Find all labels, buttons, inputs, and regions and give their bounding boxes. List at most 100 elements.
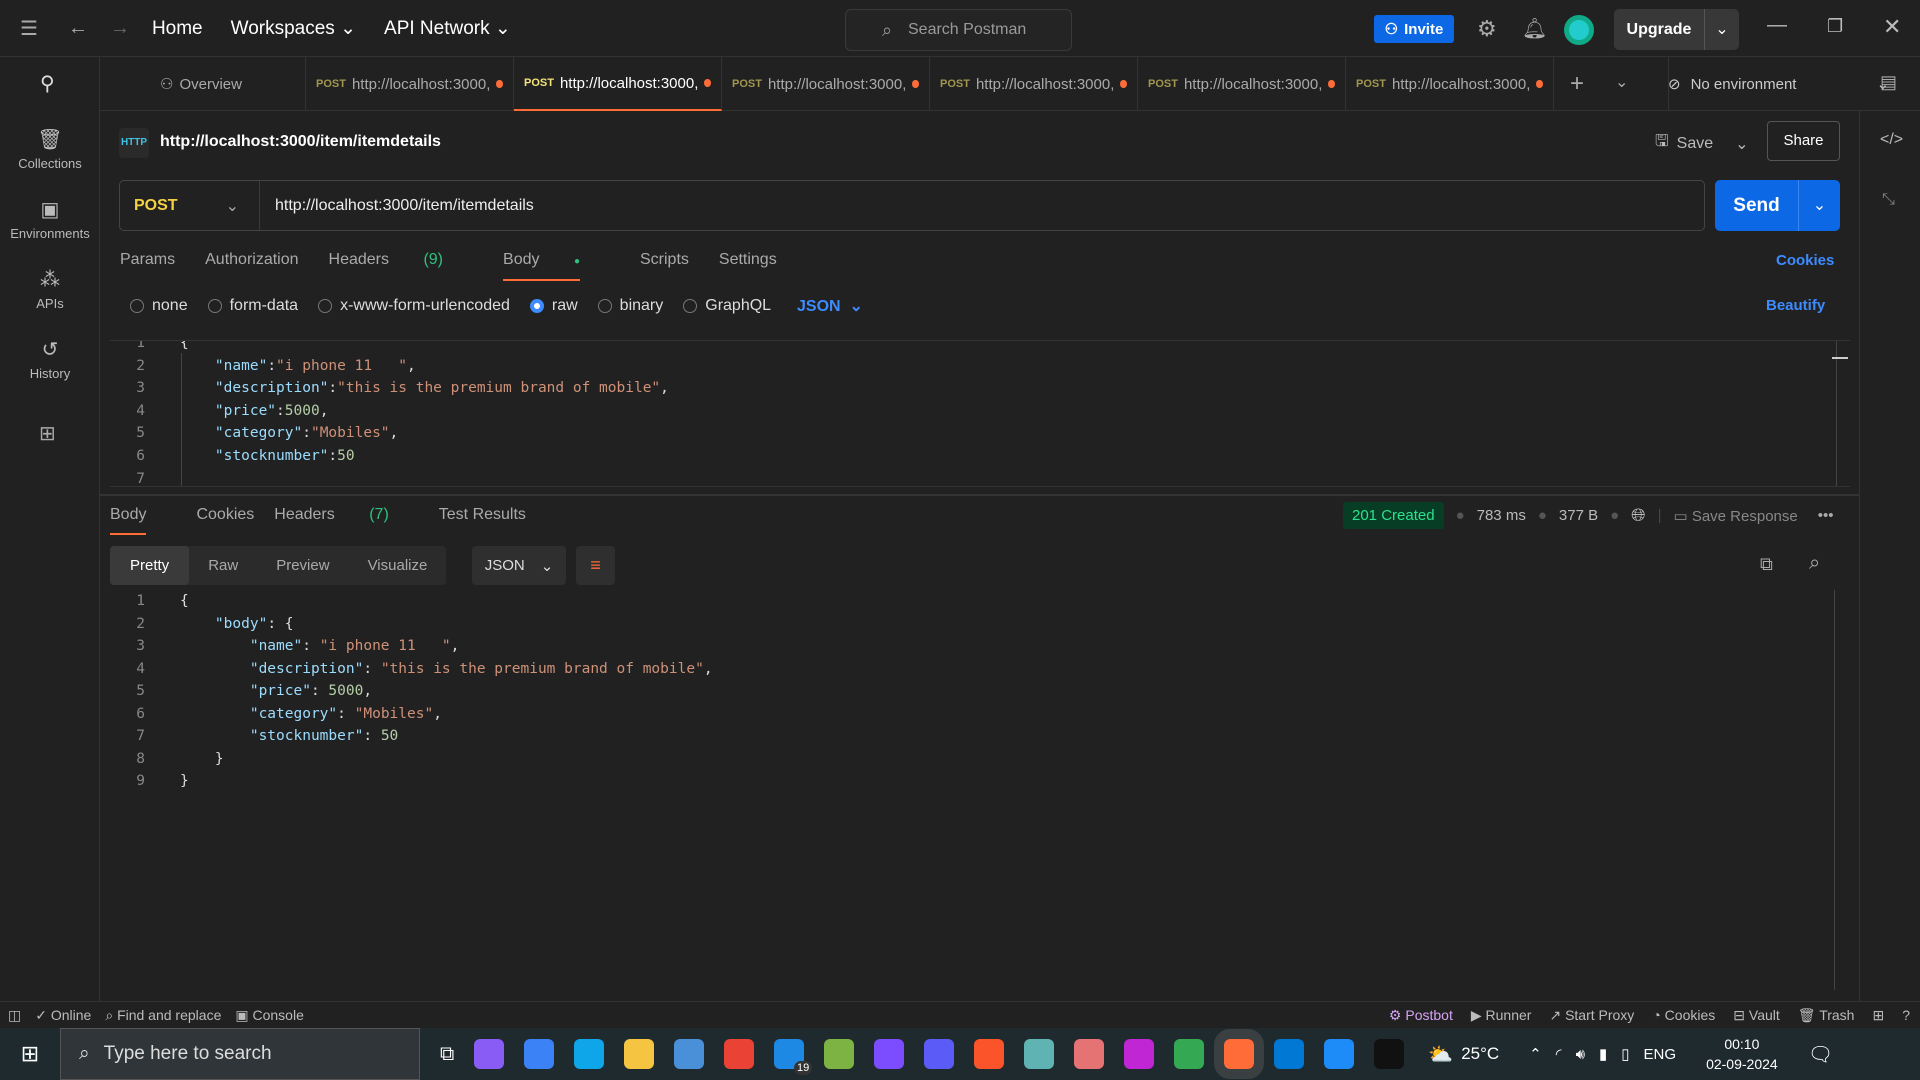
online-status[interactable]: ✓ Online: [35, 1007, 91, 1024]
view-pretty[interactable]: Pretty: [110, 546, 190, 585]
taskbar-search-input[interactable]: ⌕ Type here to search: [60, 1028, 420, 1080]
tab-request[interactable]: POST http://localhost:3000,: [722, 57, 930, 111]
chevron-down-icon[interactable]: ⌄: [1704, 9, 1739, 50]
trash-button[interactable]: 🗑︎ Trash: [1798, 1007, 1855, 1024]
environment-quick-look-icon[interactable]: ▤: [1880, 72, 1897, 93]
volume-icon[interactable]: 🔊︎: [1576, 1046, 1585, 1063]
tab-authorization[interactable]: Authorization: [205, 251, 298, 269]
find-replace-button[interactable]: ⌕ Find and replace: [105, 1007, 221, 1024]
radio-icon[interactable]: [130, 299, 144, 313]
view-visualize[interactable]: Visualize: [349, 557, 447, 574]
app-app-icon[interactable]: [674, 1039, 705, 1069]
docker-app-icon[interactable]: [1324, 1039, 1355, 1069]
weather-icon[interactable]: ⛅: [1428, 1042, 1453, 1067]
body-type-x-www-form-urlencoded[interactable]: x-www-form-urlencoded: [318, 297, 510, 315]
wrap-lines-icon[interactable]: ≡: [576, 546, 615, 585]
chevron-down-icon[interactable]: ⌄: [1735, 134, 1748, 154]
response-scrollbar[interactable]: [1834, 590, 1835, 990]
player-app-icon[interactable]: [1074, 1039, 1105, 1069]
code-icon[interactable]: </>: [1880, 131, 1903, 149]
tab-headers[interactable]: Headers (9): [329, 251, 474, 269]
format-select[interactable]: JSON ⌄: [797, 296, 863, 316]
editor-scrollbar[interactable]: [1836, 341, 1837, 486]
postman-app-icon[interactable]: [1214, 1029, 1265, 1079]
temperature[interactable]: 25°C: [1461, 1044, 1499, 1064]
chrome-app-icon[interactable]: [724, 1039, 755, 1069]
network-globe-icon[interactable]: 🌐︎: [1631, 505, 1645, 526]
copy-icon[interactable]: ⧉: [1760, 554, 1773, 575]
tab-params[interactable]: Params: [120, 251, 175, 269]
tabs-dropdown-icon[interactable]: ⌄: [1615, 72, 1628, 92]
request-body-editor[interactable]: 1 {2 "name":"i phone 11 ", 3 "description"…: [110, 340, 1850, 487]
help-icon[interactable]: ?: [1902, 1007, 1910, 1023]
body-type-none[interactable]: none: [130, 297, 188, 315]
app4-app-icon[interactable]: [1024, 1039, 1055, 1069]
minimize-icon[interactable]: —: [1767, 14, 1787, 37]
response-format-select[interactable]: JSON ⌄: [472, 546, 566, 585]
body-type-form-data[interactable]: form-data: [207, 297, 298, 315]
close-icon[interactable]: ✕: [1883, 14, 1901, 40]
explorer-app-icon[interactable]: [624, 1039, 655, 1069]
sidebar-item-apis[interactable]: ⁂ APIs: [0, 267, 100, 311]
view-preview[interactable]: Preview: [257, 557, 348, 574]
search-input[interactable]: ⌕ Search Postman: [845, 9, 1072, 51]
sidebar-item-history[interactable]: ↺ History: [0, 337, 100, 381]
share-button[interactable]: Share: [1767, 121, 1840, 161]
git-app-app-icon[interactable]: [824, 1039, 855, 1069]
postbot-button[interactable]: ⚙ Postbot: [1389, 1007, 1453, 1024]
start-proxy-button[interactable]: ↗ Start Proxy: [1549, 1007, 1634, 1024]
runner-button[interactable]: ▶ Runner: [1471, 1007, 1532, 1024]
chevron-down-icon[interactable]: ⌄: [1798, 180, 1840, 231]
save-response-button[interactable]: ▭ Save Response: [1673, 507, 1797, 525]
radio-icon[interactable]: [207, 299, 222, 313]
tab-test-results[interactable]: Test Results: [439, 506, 526, 524]
response-time[interactable]: 783 ms: [1477, 507, 1526, 524]
clock[interactable]: 00:10 02-09-2024: [1706, 1034, 1778, 1074]
radio-icon[interactable]: [318, 299, 333, 313]
github-app-icon[interactable]: [1124, 1039, 1155, 1069]
tab-overview[interactable]: ⚇ Overview: [150, 57, 306, 111]
windows-start-icon[interactable]: ⊞: [0, 1041, 60, 1067]
more-options-icon[interactable]: •••: [1818, 507, 1834, 524]
beautify-link[interactable]: Beautify: [1766, 297, 1825, 314]
cookies-button[interactable]: ◔ Cookies: [1652, 1007, 1715, 1023]
mail-app-icon[interactable]: 19: [774, 1039, 813, 1075]
body-type-binary[interactable]: binary: [597, 297, 663, 315]
console-button[interactable]: ▣ Console: [235, 1007, 304, 1024]
tab-response-cookies[interactable]: Cookies: [196, 506, 254, 524]
save-button[interactable]: 🖫 Save ⌄: [1655, 130, 1749, 157]
user-icon[interactable]: ⚲: [40, 71, 55, 96]
language-indicator[interactable]: ENG: [1644, 1046, 1677, 1063]
status-badge[interactable]: 201 Created: [1343, 502, 1444, 529]
invite-button[interactable]: ⚇ Invite: [1374, 15, 1454, 43]
method-select[interactable]: POST ⌄: [120, 181, 260, 230]
forward-icon[interactable]: →: [110, 17, 130, 40]
url-input[interactable]: http://localhost:3000/item/itemdetails: [260, 197, 534, 215]
response-body-viewer[interactable]: 1 {2 "body": {3 "name": "i phone 11 ", 4 "…: [110, 590, 1850, 990]
app2-app-icon[interactable]: [874, 1039, 905, 1069]
tab-request[interactable]: POST http://localhost:3000,: [514, 57, 722, 111]
new-tab-icon[interactable]: +: [1570, 70, 1584, 98]
notification-bell-icon[interactable]: 🔔︎: [1522, 16, 1547, 41]
meet-icon[interactable]: ▯: [1621, 1045, 1629, 1063]
home-link[interactable]: Home: [152, 18, 203, 40]
sidebar-item-collections[interactable]: 🗑︎ Collections: [0, 127, 100, 171]
task-view-icon[interactable]: ⧉: [440, 1043, 454, 1066]
tab-request[interactable]: POST http://localhost:3000,: [930, 57, 1138, 111]
api-network-menu[interactable]: API Network ⌄: [384, 17, 511, 40]
edge-app-icon[interactable]: [574, 1039, 605, 1069]
body-type-raw[interactable]: raw: [529, 297, 578, 315]
avatar[interactable]: [1564, 15, 1594, 45]
request-title[interactable]: http://localhost:3000/item/itemdetails: [160, 133, 441, 151]
send-button[interactable]: Send ⌄: [1715, 180, 1840, 231]
tab-scripts[interactable]: Scripts: [640, 251, 689, 269]
response-size[interactable]: 377 B: [1559, 507, 1598, 524]
workspaces-menu[interactable]: Workspaces ⌄: [231, 17, 356, 40]
tab-response-body[interactable]: Body: [110, 506, 176, 535]
tab-request[interactable]: POST http://localhost:3000,: [306, 57, 514, 111]
sidebar-item-environments[interactable]: ▣ Environments: [0, 197, 100, 241]
expand-icon[interactable]: ⤡: [1882, 191, 1895, 209]
body-type-graphql[interactable]: GraphQL: [683, 297, 771, 315]
layout-icon[interactable]: ⊞: [1872, 1007, 1884, 1024]
copilot-app-icon[interactable]: [474, 1039, 505, 1069]
